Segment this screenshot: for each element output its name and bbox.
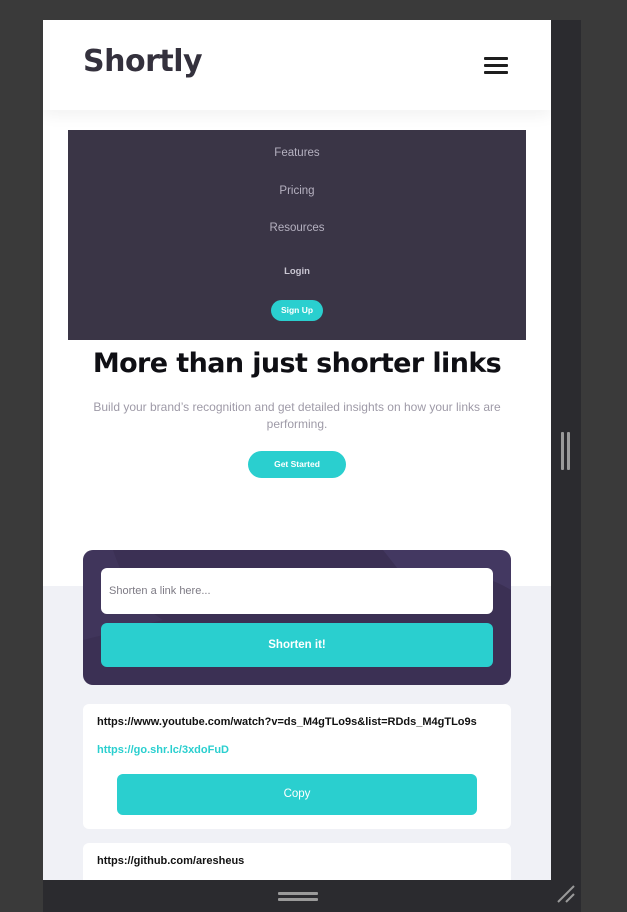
mobile-nav-menu: Features Pricing Resources Login Sign Up (68, 130, 526, 340)
signup-button[interactable]: Sign Up (271, 300, 323, 321)
menu-item-resources[interactable]: Resources (68, 222, 526, 234)
shorten-button[interactable]: Shorten it! (101, 623, 493, 667)
drag-handle-icon[interactable] (561, 432, 571, 470)
resize-handle-icon[interactable] (556, 884, 576, 904)
logo[interactable]: Shortly (83, 44, 203, 79)
site-header: Shortly (43, 20, 551, 110)
menu-item-features[interactable]: Features (68, 147, 526, 159)
original-url: https://github.com/aresheus (97, 855, 245, 867)
menu-item-pricing[interactable]: Pricing (68, 185, 526, 197)
shorten-form: Shorten it! (83, 550, 511, 685)
hero-subtitle: Build your brand’s recognition and get d… (93, 400, 501, 431)
drag-handle-icon[interactable] (278, 892, 318, 902)
shorten-link-input[interactable] (101, 568, 493, 614)
original-url: https://www.youtube.com/watch?v=ds_M4gTL… (97, 716, 477, 728)
copy-button[interactable]: Copy (117, 774, 477, 815)
page-viewport[interactable]: Shortly Features Pricing Resources Login… (43, 20, 551, 880)
get-started-button[interactable]: Get Started (248, 451, 346, 478)
result-card: https://www.youtube.com/watch?v=ds_M4gTL… (83, 704, 511, 829)
hero-title: More than just shorter links (92, 348, 502, 379)
short-url-link[interactable]: https://go.shr.lc/3xdoFuD (97, 744, 229, 756)
login-link[interactable]: Login (68, 266, 526, 277)
device-frame: Shortly Features Pricing Resources Login… (0, 0, 627, 912)
hamburger-menu-icon[interactable] (484, 55, 508, 75)
result-card: https://github.com/aresheus (83, 843, 511, 880)
